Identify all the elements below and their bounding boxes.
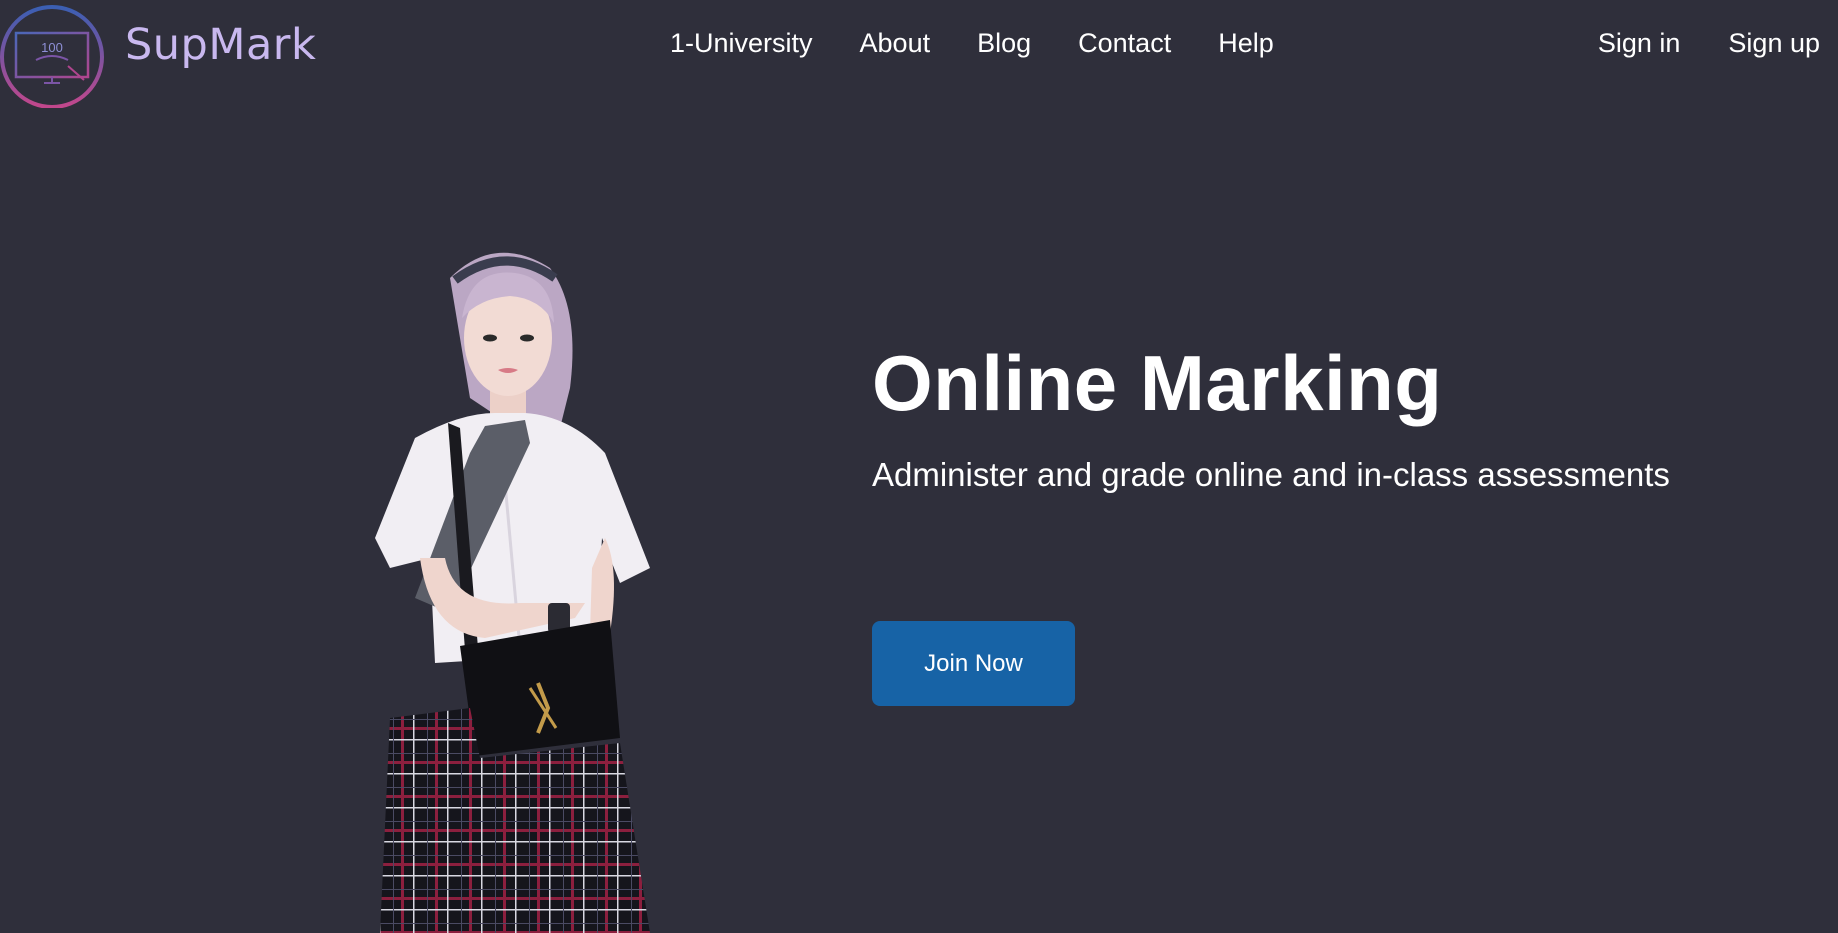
sign-up-link[interactable]: Sign up <box>1728 28 1820 59</box>
join-now-button[interactable]: Join Now <box>872 621 1075 706</box>
sign-in-link[interactable]: Sign in <box>1598 28 1681 59</box>
main-nav: 1-University About Blog Contact Help <box>670 28 1274 59</box>
nav-item-blog[interactable]: Blog <box>977 28 1031 59</box>
nav-item-about[interactable]: About <box>860 28 931 59</box>
nav-item-university[interactable]: 1-University <box>670 28 813 59</box>
brand-name[interactable]: SupMark <box>125 20 316 70</box>
nav-item-contact[interactable]: Contact <box>1078 28 1171 59</box>
hero-image <box>375 252 650 933</box>
nav-item-help[interactable]: Help <box>1218 28 1274 59</box>
logo-icon[interactable]: 100 <box>0 2 106 108</box>
logo-text: 100 <box>41 40 63 55</box>
hero-title: Online Marking <box>872 339 1443 427</box>
auth-links: Sign in Sign up <box>1598 28 1820 59</box>
page: 100 SupMark 1-University About Blog Cont… <box>0 0 1838 933</box>
hero-subtitle: Administer and grade online and in-class… <box>872 456 1670 493</box>
